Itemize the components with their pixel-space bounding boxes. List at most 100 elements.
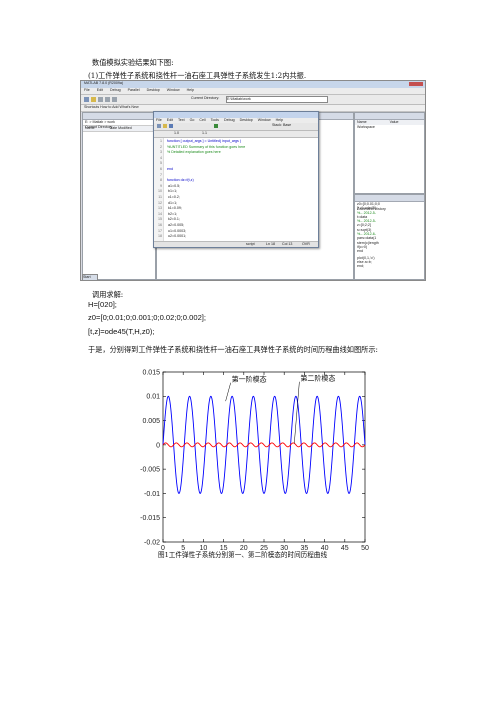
line-text: d1=1; xyxy=(167,200,178,205)
line-text: k2=0.1; xyxy=(167,217,180,222)
editor-toolbar: Stack: Base xyxy=(154,123,318,131)
line-number: 3 xyxy=(160,150,162,155)
y-tick-label: 0 xyxy=(156,442,160,449)
editor-run-icon[interactable] xyxy=(214,124,218,128)
y-tick-label: 0.01 xyxy=(146,394,160,401)
new-file-icon[interactable] xyxy=(84,97,89,102)
editor-menu-edit[interactable]: Edit xyxy=(167,118,173,122)
y-tick-label: -0.005 xyxy=(140,467,160,474)
cut-icon[interactable] xyxy=(98,97,103,102)
annotation-label: 第一阶模态 xyxy=(232,375,267,384)
open-folder-icon[interactable] xyxy=(91,97,96,102)
line-number: 14 xyxy=(158,211,162,216)
editor-status-ovr: OVR xyxy=(302,242,310,246)
line-text: c1=0.2; xyxy=(167,194,180,199)
line-text: b1=1; xyxy=(167,189,178,194)
copy-icon[interactable] xyxy=(105,97,110,102)
editor-status-ln: Ln 18 xyxy=(266,242,275,246)
paste-icon[interactable] xyxy=(112,97,117,102)
intro-line: 数值模拟实验结果如下图: xyxy=(92,58,174,67)
line-number: 5 xyxy=(160,161,162,166)
menu-item-desktop[interactable]: Desktop xyxy=(147,88,160,92)
workspace-title: Workspace xyxy=(357,125,375,129)
line-text: function [ output_args ] = Untitled( inp… xyxy=(167,139,242,143)
matlab-toolbar: Current Directory: E:\Matlab\work xyxy=(81,95,425,105)
line-number: 17 xyxy=(158,228,162,233)
line-number: 15 xyxy=(158,217,162,222)
menu-item-debug[interactable]: Debug xyxy=(110,88,121,92)
code-line-2: z0=[0;0.01;0;0.001;0;0.02;0;0.002]; xyxy=(88,313,207,322)
line-text: % Detailed explanation goes here xyxy=(167,150,221,155)
menu-item-help[interactable]: Help xyxy=(187,88,194,92)
y-tick-label: 0.005 xyxy=(142,418,160,425)
line-number: 9 xyxy=(160,183,162,188)
editor-text-area[interactable]: 1 function [ output_args ] = Untitled( in… xyxy=(154,138,318,241)
y-tick-label: -0.02 xyxy=(144,539,160,546)
current-directory-pane: Current Directory E: > Matlab > work Nam… xyxy=(82,112,156,280)
plot-area xyxy=(162,371,366,543)
editor-zoom-field[interactable]: 1.0 xyxy=(174,131,179,136)
line-text: a2=0.005; xyxy=(167,222,185,227)
line-text: function dz=f(t,z) xyxy=(167,178,194,183)
current-directory-header: Current Directory xyxy=(83,113,155,129)
menu-item-file[interactable]: File xyxy=(84,88,90,92)
editor-open-icon[interactable] xyxy=(163,124,167,128)
history-item[interactable]: end xyxy=(357,249,424,253)
line-text: u2=0.0001; xyxy=(167,234,187,239)
call-heading: 调用求解: xyxy=(92,290,124,299)
line-number: 6 xyxy=(160,166,162,171)
annotation-label: 第二阶模态 xyxy=(300,374,335,383)
ws-col-value[interactable]: Value xyxy=(390,120,399,124)
editor-stack-select[interactable]: Stack: Base xyxy=(272,123,291,128)
col-name[interactable]: Name xyxy=(85,126,95,130)
line-number: 4 xyxy=(160,155,162,160)
caption-1: (1)工件弹性子系统和挠性杆一油石座工具弹性子系统发生1:2内共振. xyxy=(88,71,307,80)
y-tick-label: -0.015 xyxy=(140,515,160,522)
matlab-screenshot: MATLAB 7.8.0 (R2009a) File Edit Debug Paral… xyxy=(80,80,426,281)
editor-menu-go[interactable]: Go xyxy=(190,118,195,122)
editor-status-mode: script xyxy=(246,242,255,246)
line-text: k1=0.09; xyxy=(167,206,182,211)
menu-item-parallel[interactable]: Parallel xyxy=(128,88,140,92)
line-number: 10 xyxy=(158,189,162,194)
editor-menu-window[interactable]: Window xyxy=(258,118,271,122)
editor-menu-text[interactable]: Text xyxy=(178,118,185,122)
y-tick-label: -0.01 xyxy=(144,491,160,498)
matlab-title-bar: MATLAB 7.8.0 (R2009a) xyxy=(81,81,425,88)
editor-menu-debug[interactable]: Debug xyxy=(224,118,235,122)
menu-item-window[interactable]: Window xyxy=(167,88,180,92)
editor-status-bar: script Ln 18 Col 13 OVR xyxy=(154,241,318,247)
line-number: 12 xyxy=(158,200,162,205)
editor-save-icon[interactable] xyxy=(169,124,173,128)
left-columns: Name Date Modified xyxy=(83,126,155,132)
editor-menu-help[interactable]: Help xyxy=(276,118,283,122)
line-number: 2 xyxy=(160,144,162,149)
x-tick-label: 45 xyxy=(341,545,349,552)
editor-zoom-field-2[interactable]: 1.1 xyxy=(202,131,207,136)
figure-caption: 图1工件弹性子系统分别第一、第二阶模态的时间历程曲线 xyxy=(158,551,328,559)
ws-col-name[interactable]: Name xyxy=(357,120,367,124)
window-close-icon[interactable] xyxy=(409,82,423,86)
editor-menu-tools[interactable]: Tools xyxy=(211,118,219,122)
editor-menu-cell[interactable]: Cell xyxy=(199,118,205,122)
history-item[interactable]: end; xyxy=(357,264,424,268)
command-history-header: Command History xyxy=(355,195,424,211)
editor-new-icon[interactable] xyxy=(157,124,161,128)
matlab-window-title: MATLAB 7.8.0 (R2009a) xyxy=(84,81,124,85)
current-dir-field[interactable]: E:\Matlab\work xyxy=(226,96,328,103)
workspace-columns: Name Value xyxy=(355,120,424,125)
menu-item-edit[interactable]: Edit xyxy=(97,88,103,92)
editor-menu-desktop[interactable]: Desktop xyxy=(240,118,253,122)
result-text: 于是，分别得到工件弹性子系统和挠性杆一油石座工具弹性子系统的时间历程曲线如图所示… xyxy=(88,345,378,354)
col-date[interactable]: Date Modified xyxy=(110,126,132,130)
line-text: b2=1; xyxy=(167,211,178,216)
editor-menu-file[interactable]: File xyxy=(156,118,162,122)
line-text: a1=0.5; xyxy=(167,183,181,188)
editor-window: Editor - Untitled* FileEditTextGoCellToo… xyxy=(153,111,319,248)
shortcuts-text[interactable]: Shortcuts How to Add What's New xyxy=(84,105,139,110)
matlab-menu-bar: File Edit Debug Parallel Desktop Window Help xyxy=(81,88,425,95)
current-dir-label: Current Directory: xyxy=(191,96,220,100)
line-number: 13 xyxy=(158,206,162,211)
line-text: end xyxy=(167,166,173,171)
start-button[interactable]: Start xyxy=(82,274,98,280)
